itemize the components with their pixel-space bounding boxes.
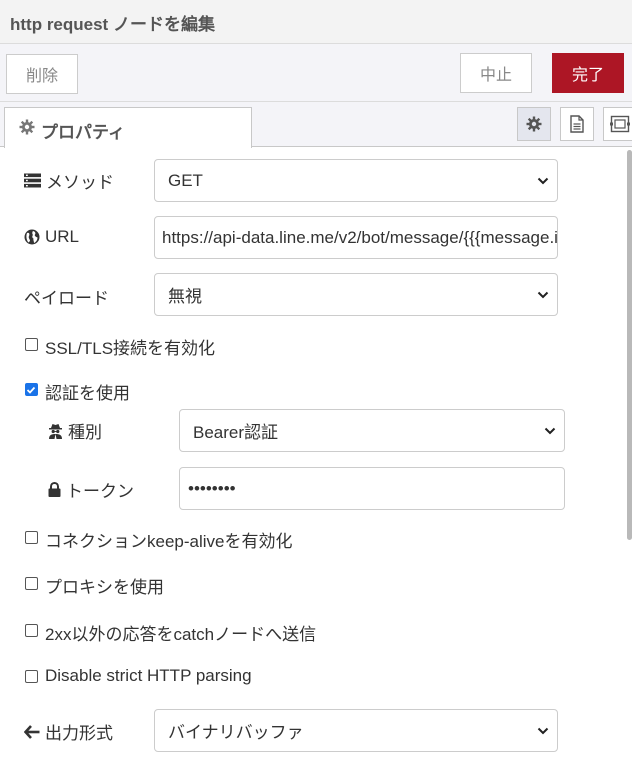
method-row-label: メソッド [24, 168, 114, 193]
delete-button[interactable]: 削除 [6, 54, 78, 94]
scrollbar[interactable] [627, 150, 632, 540]
lock-icon [48, 482, 61, 497]
appearance-tab-button[interactable] [603, 107, 632, 141]
auth-type-row-label: 種別 [48, 418, 102, 443]
user-secret-icon [48, 423, 63, 439]
ssl-checkbox[interactable] [25, 338, 38, 351]
done-button[interactable]: 完了 [552, 53, 624, 93]
output-row-label: 出力形式 [24, 719, 113, 744]
catch-label: 2xx以外の応答をcatchノードへ送信 [45, 625, 317, 644]
url-value: https://api-data.line.me/v2/bot/message/… [162, 227, 558, 247]
ssl-label: SSL/TLS接続を有効化 [45, 339, 216, 358]
token-row-label: トークン [48, 477, 134, 502]
arrow-left-icon [24, 724, 40, 739]
cancel-button[interactable]: 中止 [460, 53, 532, 93]
auth-label: 認証を使用 [45, 384, 130, 403]
method-value: GET [168, 170, 203, 190]
dialog-toolbar: 削除 中止 完了 [0, 44, 632, 102]
dialog-header: http request ノードを編集 [0, 0, 632, 44]
strict-parsing-label: Disable strict HTTP parsing [45, 666, 252, 685]
dialog-title: http request ノードを編集 [10, 15, 215, 34]
payload-value: 無視 [168, 287, 202, 306]
method-select[interactable]: GET [154, 159, 558, 202]
payload-select[interactable]: 無視 [154, 273, 558, 316]
output-label: 出力形式 [45, 724, 113, 743]
tab-properties[interactable]: プロパティ [4, 107, 252, 148]
payload-row-label: ペイロード [24, 284, 109, 309]
url-label: URL [45, 227, 80, 246]
auth-type-select[interactable]: Bearer認証 [179, 409, 565, 452]
keepalive-label: コネクションkeep-aliveを有効化 [45, 532, 293, 551]
gear-icon [19, 119, 35, 135]
output-select[interactable]: バイナリバッファ [154, 709, 558, 752]
token-label: トークン [66, 482, 134, 501]
node-appearance-icon [610, 115, 630, 133]
output-value: バイナリバッファ [168, 723, 304, 742]
url-row-label: URL [24, 227, 79, 247]
auth-type-value: Bearer認証 [193, 423, 279, 442]
proxy-label: プロキシを使用 [45, 578, 164, 597]
auth-checkbox[interactable] [25, 383, 38, 396]
chevron-down-icon [544, 426, 556, 436]
url-input[interactable]: https://api-data.line.me/v2/bot/message/… [154, 216, 558, 259]
catch-checkbox[interactable] [25, 624, 38, 637]
tab-properties-label: プロパティ [41, 123, 125, 142]
chevron-down-icon [537, 726, 549, 736]
document-icon [569, 115, 585, 133]
chevron-down-icon [537, 176, 549, 186]
proxy-checkbox[interactable] [25, 577, 38, 590]
checkmark-icon [26, 385, 37, 395]
list-icon [24, 173, 41, 188]
description-tab-button[interactable] [560, 107, 594, 141]
keepalive-checkbox[interactable] [25, 531, 38, 544]
token-value: •••••••• [188, 478, 236, 498]
chevron-down-icon [537, 290, 549, 300]
payload-label: ペイロード [24, 289, 109, 308]
settings-tab-button[interactable] [517, 107, 551, 141]
token-input[interactable]: •••••••• [179, 467, 565, 510]
strict-parsing-checkbox[interactable] [25, 670, 38, 683]
method-label: メソッド [46, 173, 114, 192]
gear-icon [526, 116, 542, 132]
globe-icon [24, 229, 40, 245]
auth-type-label: 種別 [68, 423, 102, 442]
